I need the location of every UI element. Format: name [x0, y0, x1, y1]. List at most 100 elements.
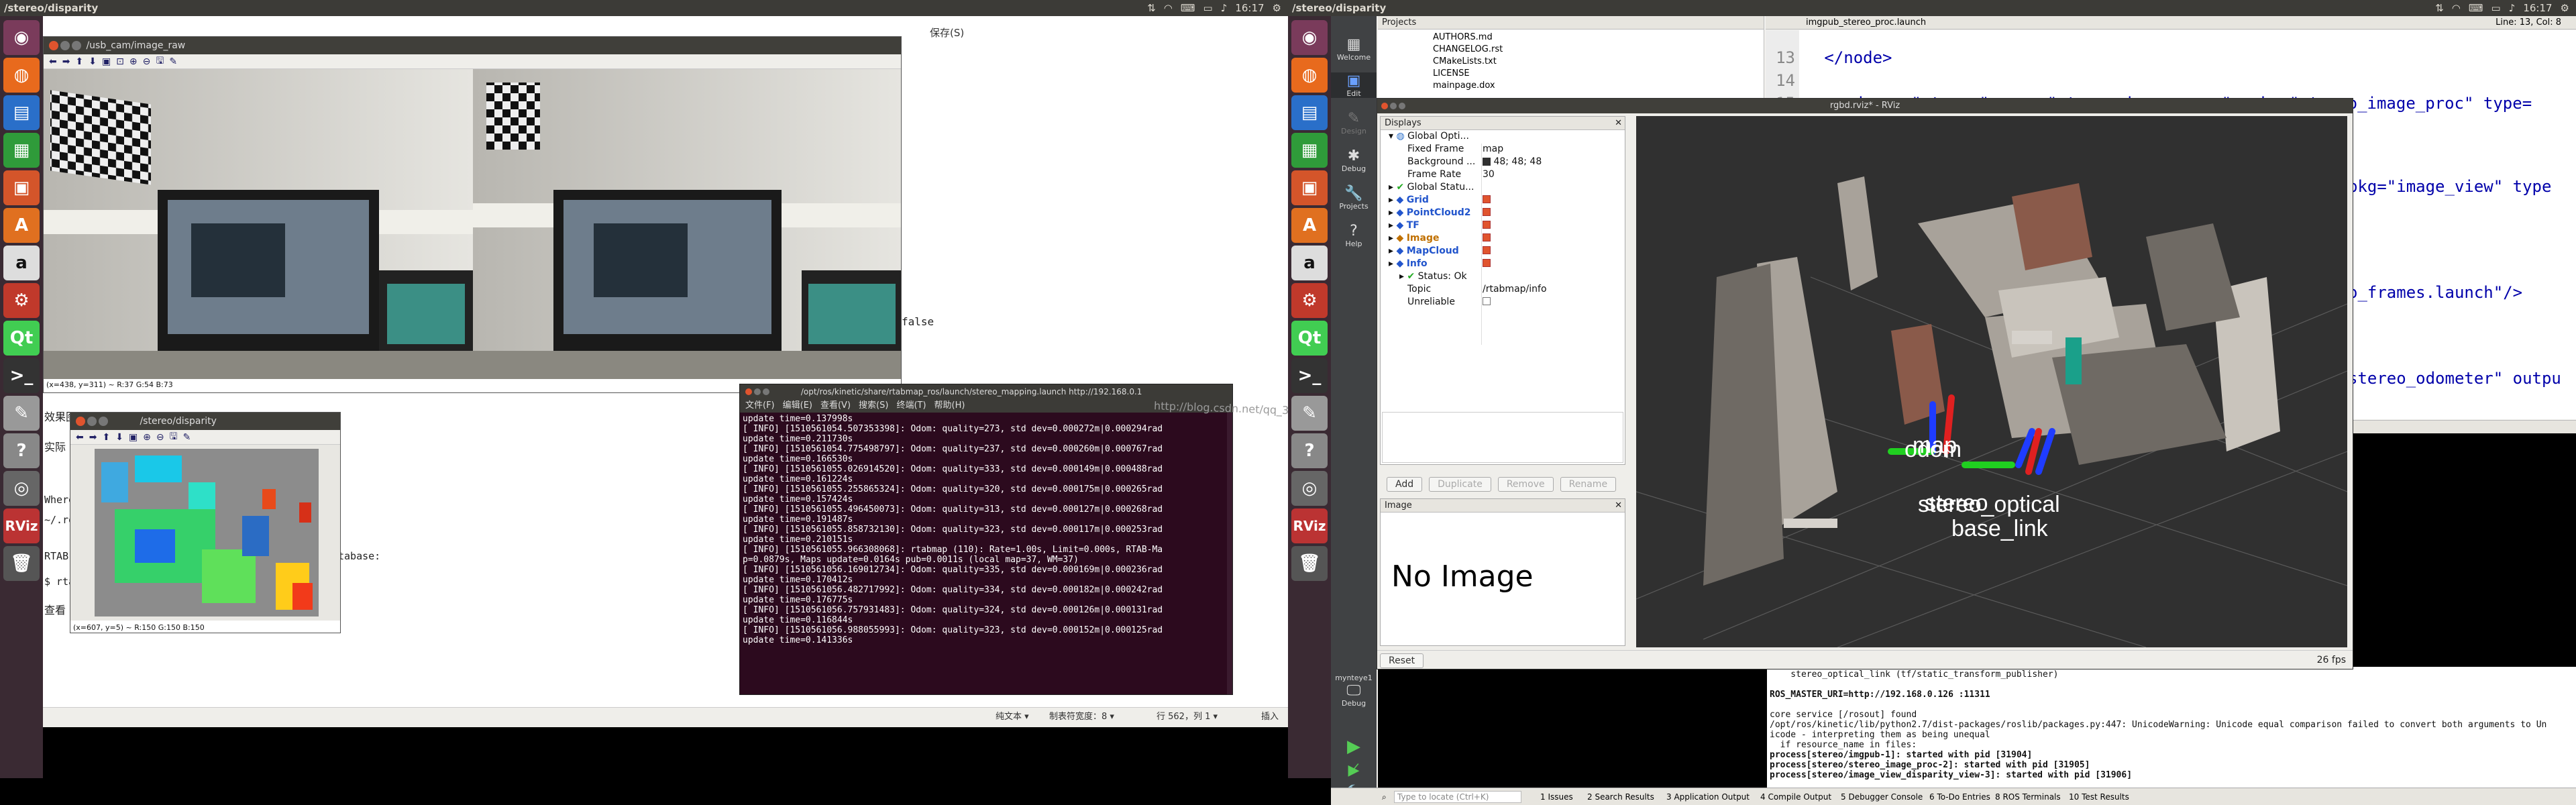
- tab-application-output[interactable]: 3 Application Output: [1666, 788, 1750, 805]
- maximize-button[interactable]: [763, 388, 769, 395]
- file-item[interactable]: CMakeLists.txt: [1433, 56, 1497, 66]
- locator-input[interactable]: Type to locate (Ctrl+K): [1394, 791, 1521, 803]
- rviz-icon[interactable]: RViz: [3, 508, 40, 543]
- plugin-image[interactable]: ▸ ◆ Image: [1381, 232, 1625, 245]
- amazon-icon[interactable]: a: [3, 246, 40, 280]
- menu-help[interactable]: 帮助(H): [934, 399, 965, 413]
- minimize-button[interactable]: [87, 417, 97, 426]
- render-view[interactable]: map odom stereo stereo_optical base_link: [1636, 116, 2347, 647]
- terminal-titlebar[interactable]: /opt/ros/kinetic/share/rtabmap_ros/launc…: [740, 384, 1232, 399]
- plugin-enabled-checkbox[interactable]: [1483, 246, 1491, 254]
- unreliable-checkbox[interactable]: [1483, 297, 1491, 305]
- input-method-icon[interactable]: ⌨: [2469, 0, 2483, 16]
- prop-frame-rate[interactable]: Frame Rate 30: [1381, 168, 1625, 181]
- close-icon[interactable]: ✕: [1615, 499, 1622, 513]
- menu-edit[interactable]: 编辑(E): [783, 399, 812, 413]
- pan-up-icon[interactable]: ⬆: [102, 432, 110, 443]
- terminal-icon[interactable]: >_: [1291, 358, 1328, 393]
- duplicate-button[interactable]: Duplicate: [1429, 477, 1491, 492]
- tab-issues[interactable]: 1 Issues: [1540, 788, 1573, 805]
- maximize-button[interactable]: [1399, 103, 1405, 109]
- text-editor-icon[interactable]: A: [1291, 208, 1328, 243]
- remove-button[interactable]: Remove: [1497, 477, 1554, 492]
- mode-projects[interactable]: 🔧 Projects: [1331, 185, 1377, 211]
- wifi-icon[interactable]: ◠: [2452, 0, 2461, 16]
- image-raw-window[interactable]: /usb_cam/image_raw ⬅ ➡ ⬆ ⬇ ▣ ⊡ ⊕ ⊖ 🖫 ✎ (…: [43, 36, 902, 393]
- minimize-button[interactable]: [754, 388, 761, 395]
- pan-right-icon[interactable]: ➡: [62, 56, 70, 67]
- tree-global-status[interactable]: ▸ ✔ Global Statu...: [1381, 181, 1625, 194]
- ros-terminal-output[interactable]: stereo_optical_link (tf/static_transform…: [1767, 667, 2576, 801]
- tree-global-options[interactable]: ▾ ◍ Global Opti...: [1381, 130, 1625, 143]
- properties-icon[interactable]: ✎: [169, 56, 177, 67]
- save-image-icon[interactable]: 🖫: [156, 54, 164, 70]
- close-button[interactable]: [745, 388, 752, 395]
- plugin-mapcloud[interactable]: ▸ ◆ MapCloud: [1381, 245, 1625, 258]
- plugin-enabled-checkbox[interactable]: [1483, 195, 1491, 203]
- close-button[interactable]: [76, 417, 85, 426]
- pan-left-icon[interactable]: ⬅: [49, 56, 57, 67]
- menu-terminal[interactable]: 终端(T): [896, 399, 926, 413]
- file-item[interactable]: LICENSE: [1433, 68, 1470, 78]
- pan-right-icon[interactable]: ➡: [89, 432, 97, 443]
- plugin-tf[interactable]: ▸ ◆ TF: [1381, 219, 1625, 232]
- zoom-in-icon[interactable]: ⊕: [129, 56, 138, 67]
- plugin-pointcloud2[interactable]: ▸ ◆ PointCloud2: [1381, 207, 1625, 219]
- ubuntu-logo-icon[interactable]: ◉: [3, 20, 40, 55]
- mode-design[interactable]: ✎ Design: [1331, 110, 1377, 136]
- file-item[interactable]: AUTHORS.md: [1433, 32, 1493, 42]
- zoom-window-icon[interactable]: ⊡: [116, 56, 124, 67]
- fit-icon[interactable]: ▣: [129, 432, 138, 443]
- qt-creator-icon[interactable]: Qt: [1291, 321, 1328, 356]
- prop-background[interactable]: Background ... 48; 48; 48: [1381, 156, 1625, 168]
- settings-icon[interactable]: ⚙: [1273, 0, 1281, 16]
- maximize-button[interactable]: [99, 417, 108, 426]
- tab-debugger-console[interactable]: 5 Debugger Console: [1841, 788, 1923, 805]
- mode-edit[interactable]: ▣ Edit: [1331, 72, 1377, 98]
- zoom-in-icon[interactable]: ⊕: [143, 432, 151, 443]
- impress-icon[interactable]: ▣: [3, 170, 40, 205]
- properties-icon[interactable]: ✎: [183, 432, 191, 443]
- ubuntu-logo-icon[interactable]: ◉: [1291, 20, 1328, 55]
- minimize-button[interactable]: [60, 41, 70, 50]
- language-selector[interactable]: 纯文本 ▾: [996, 708, 1029, 727]
- plugin-enabled-checkbox[interactable]: [1483, 233, 1491, 241]
- tab-compile-output[interactable]: 4 Compile Output: [1760, 788, 1831, 805]
- qt-creator-icon[interactable]: Qt: [3, 321, 40, 356]
- help-icon[interactable]: ?: [1291, 433, 1328, 468]
- zoom-out-icon[interactable]: ⊖: [143, 56, 151, 67]
- zoom-out-icon[interactable]: ⊖: [156, 432, 164, 443]
- menu-view[interactable]: 查看(V): [820, 399, 851, 413]
- pan-down-icon[interactable]: ⬇: [115, 432, 123, 443]
- system-settings-icon[interactable]: ⚙: [3, 283, 40, 318]
- mode-welcome[interactable]: ▦ Welcome: [1331, 36, 1377, 62]
- menu-file[interactable]: 文件(F): [745, 399, 775, 413]
- debug-run-button[interactable]: ▶̸: [1331, 762, 1377, 779]
- tree-status-ok[interactable]: ▸ ✔ Status: Ok: [1381, 270, 1625, 283]
- firefox-icon[interactable]: ◍: [1291, 58, 1328, 93]
- maximize-button[interactable]: [72, 41, 81, 50]
- tab-search-results[interactable]: 2 Search Results: [1587, 788, 1654, 805]
- tab-ros-terminals[interactable]: 8 ROS Terminals: [1995, 788, 2061, 805]
- volume-icon[interactable]: ♪: [2509, 0, 2516, 16]
- editor-save-button[interactable]: 保存(S): [930, 25, 964, 40]
- image-raw-titlebar[interactable]: /usb_cam/image_raw: [44, 37, 901, 54]
- clock[interactable]: 16:17: [2523, 0, 2552, 16]
- terminal-window[interactable]: /opt/ros/kinetic/share/rtabmap_ros/launc…: [739, 384, 1233, 695]
- rviz-titlebar[interactable]: rgbd.rviz* - RViz: [1377, 99, 2353, 113]
- terminal-scrollbar[interactable]: [1227, 413, 1232, 694]
- writer-icon[interactable]: ▤: [1291, 95, 1328, 130]
- plugin-enabled-checkbox[interactable]: [1483, 221, 1491, 229]
- camera-icon[interactable]: ◎: [1291, 471, 1328, 506]
- prop-topic[interactable]: Topic/rtabmap/info: [1381, 283, 1625, 296]
- save-image-icon[interactable]: 🖫: [170, 429, 178, 445]
- tab-test-results[interactable]: 10 Test Results: [2069, 788, 2129, 805]
- rviz-window[interactable]: rgbd.rviz* - RViz Displays ✕ ▾ ◍ Global O…: [1377, 98, 2353, 669]
- gedit-icon[interactable]: ✎: [1291, 396, 1328, 431]
- calc-icon[interactable]: ▦: [3, 133, 40, 168]
- rviz-icon[interactable]: RViz: [1291, 508, 1328, 543]
- minimize-button[interactable]: [1390, 103, 1397, 109]
- tab-width-selector[interactable]: 制表符宽度：8 ▾: [1049, 708, 1114, 727]
- plugin-info[interactable]: ▸ ◆ Info: [1381, 258, 1625, 270]
- mode-debug[interactable]: ✱ Debug: [1331, 148, 1377, 173]
